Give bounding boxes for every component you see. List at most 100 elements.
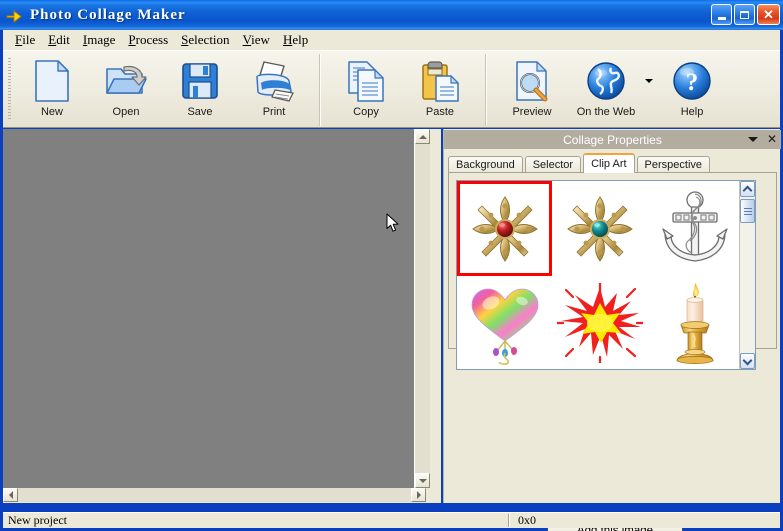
- menu-view[interactable]: View: [237, 31, 277, 49]
- clip-art-item-candle[interactable]: [647, 276, 742, 369]
- new-button-label: New: [40, 106, 63, 118]
- main-toolbar: New Open Save Print Copy Paste Preview O…: [3, 50, 780, 128]
- clip-art-item-anchor[interactable]: [647, 181, 742, 276]
- triangle-left-icon: [8, 491, 13, 499]
- clip-art-gallery[interactable]: [456, 180, 756, 370]
- clipboard-paste-icon: [419, 58, 461, 104]
- question-mark-icon: ?: [671, 58, 713, 104]
- menu-edit[interactable]: Edit: [42, 31, 77, 49]
- tab-perspective[interactable]: Perspective: [636, 156, 711, 173]
- on-the-web-dropdown-button[interactable]: [643, 54, 655, 126]
- floppy-disk-icon: [180, 58, 220, 104]
- panel-title: Collage Properties: [563, 132, 662, 147]
- save-button-label: Save: [187, 106, 213, 118]
- save-button[interactable]: Save: [163, 54, 237, 126]
- app-arrow-icon: [5, 6, 23, 24]
- printer-icon: [251, 58, 297, 104]
- maximize-button[interactable]: [734, 4, 755, 25]
- clip-art-item-explosion[interactable]: [552, 276, 647, 369]
- status-bar: New project 0x0: [3, 512, 780, 528]
- menu-edit-rest: dit: [56, 32, 70, 47]
- close-button[interactable]: ✕: [757, 4, 780, 25]
- menu-image-rest: mage: [87, 32, 116, 47]
- menu-selection-rest: election: [188, 32, 230, 47]
- canvas-scroll-right-button[interactable]: [411, 488, 426, 502]
- menu-help-rest: elp: [292, 32, 309, 47]
- maximize-icon: [740, 10, 749, 19]
- minimize-icon: [717, 16, 726, 20]
- new-document-icon: [33, 58, 71, 104]
- panel-close-icon[interactable]: ✕: [767, 133, 777, 145]
- toolbar-separator-2: [485, 54, 487, 126]
- gallery-scroll-up-button[interactable]: [740, 181, 755, 197]
- menu-bar: File Edit Image Process Selection View H…: [3, 30, 780, 50]
- panel-header: Collage Properties ✕: [444, 130, 781, 149]
- status-dimensions: 0x0: [518, 513, 536, 527]
- canvas-hscroll-track[interactable]: [18, 488, 411, 502]
- gallery-scrollbar[interactable]: [739, 181, 755, 369]
- explosion-burst-icon: [556, 282, 643, 363]
- canvas-scroll-left-button[interactable]: [3, 488, 18, 502]
- globe-icon: [585, 58, 627, 104]
- minimize-button[interactable]: [711, 4, 732, 25]
- menu-selection[interactable]: Selection: [175, 31, 236, 49]
- tab-selector-label: Selector: [532, 159, 574, 171]
- candlestick-icon: [676, 282, 713, 364]
- chevron-up-icon: [744, 186, 751, 193]
- new-button[interactable]: New: [15, 54, 89, 126]
- canvas-scroll-up-button[interactable]: [415, 129, 430, 144]
- scroll-thumb-grip-icon: [743, 207, 752, 215]
- gallery-scroll-thumb[interactable]: [740, 199, 755, 223]
- preview-button[interactable]: Preview: [495, 54, 569, 126]
- open-folder-icon: [104, 58, 148, 104]
- triangle-up-icon: [418, 134, 427, 139]
- flower-ornament-red-icon: [471, 195, 538, 262]
- paste-button[interactable]: Paste: [403, 54, 477, 126]
- tab-background-label: Background: [456, 159, 515, 171]
- print-button-label: Print: [262, 106, 286, 118]
- status-message: New project: [8, 513, 67, 527]
- close-icon: ✕: [763, 7, 774, 22]
- help-button[interactable]: ? Help: [655, 54, 729, 126]
- copy-button-label: Copy: [353, 106, 379, 118]
- tab-clip-art-label: Clip Art: [591, 158, 627, 170]
- menu-help-accel: H: [282, 32, 293, 47]
- menu-help[interactable]: Help: [277, 31, 315, 49]
- open-button-label: Open: [112, 106, 140, 118]
- open-button[interactable]: Open: [89, 54, 163, 126]
- chevron-down-icon: [744, 358, 751, 365]
- menu-image[interactable]: Image: [77, 31, 123, 49]
- copy-button[interactable]: Copy: [329, 54, 403, 126]
- clip-art-item-gold-flower-teal-gem[interactable]: [552, 181, 647, 276]
- tab-background[interactable]: Background: [448, 156, 523, 173]
- collage-canvas[interactable]: [3, 129, 426, 488]
- canvas-vertical-scrollbar[interactable]: [414, 129, 430, 488]
- menu-file[interactable]: File: [9, 31, 42, 49]
- canvas-vscroll-track[interactable]: [415, 144, 430, 473]
- work-area: Collage Properties ✕ Background Selector…: [3, 129, 781, 531]
- tab-clip-art[interactable]: Clip Art: [583, 153, 635, 173]
- on-the-web-button[interactable]: On the Web: [569, 54, 643, 126]
- magnifier-page-icon: [511, 58, 553, 104]
- menu-process[interactable]: Process: [122, 31, 175, 49]
- heart-balloon-icon: [471, 288, 538, 365]
- toolbar-separator-1: [319, 54, 321, 126]
- tab-selector[interactable]: Selector: [524, 156, 582, 173]
- clip-art-item-gold-flower-red-gem[interactable]: [457, 181, 552, 276]
- on-the-web-button-label: On the Web: [576, 106, 636, 118]
- clip-art-tab-panel: [448, 172, 777, 370]
- gallery-scroll-down-button[interactable]: [740, 353, 755, 369]
- preview-button-label: Preview: [512, 106, 552, 118]
- panel-collapse-chevron-down-icon[interactable]: [747, 137, 758, 142]
- canvas-scroll-down-button[interactable]: [415, 473, 430, 488]
- chevron-down-icon: [645, 79, 653, 83]
- toolbar-grip[interactable]: [8, 58, 11, 120]
- print-button[interactable]: Print: [237, 54, 311, 126]
- help-button-label: Help: [680, 106, 704, 118]
- title-bar: Photo Collage Maker ✕: [0, 0, 783, 30]
- anchor-sketch-icon: [661, 190, 728, 262]
- clip-art-item-heart-balloon[interactable]: [457, 276, 552, 369]
- triangle-right-icon: [416, 491, 421, 499]
- triangle-down-icon: [418, 478, 427, 483]
- canvas-horizontal-scrollbar[interactable]: [3, 488, 426, 502]
